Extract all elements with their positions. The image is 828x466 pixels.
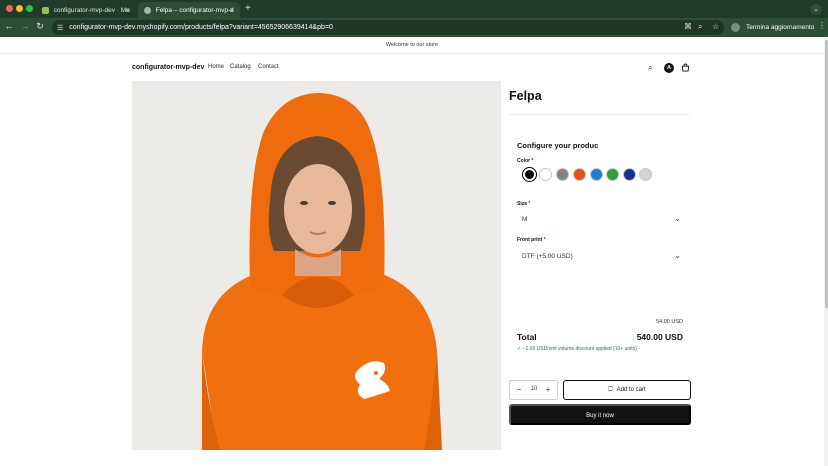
front-print-label: Front print *: [517, 237, 546, 243]
color-swatch-black[interactable]: [523, 168, 536, 181]
quantity-input[interactable]: 10: [527, 386, 541, 392]
profile-avatar-icon: [731, 23, 740, 32]
update-button[interactable]: Termina aggiornamento: [728, 21, 819, 34]
required-mark: *: [528, 201, 531, 207]
bookmark-star-icon[interactable]: ☆: [712, 22, 719, 31]
color-label: Color *: [517, 158, 533, 164]
color-swatch-green[interactable]: [606, 168, 619, 181]
required-mark: *: [531, 158, 534, 164]
reload-icon[interactable]: ↻: [34, 21, 46, 32]
chevron-down-icon: ⌄: [674, 214, 681, 223]
minimize-window-button[interactable]: [16, 5, 23, 12]
globe-icon: [144, 6, 151, 14]
back-icon[interactable]: ←: [3, 21, 15, 31]
unit-price: 54.00 USD: [656, 319, 683, 325]
browser-toolbar: ← → ↻ ☰ configurator-mvp-dev.myshopify.c…: [0, 18, 828, 37]
browser-tab-1[interactable]: configurator-mvp-dev · Modi ×: [36, 2, 136, 18]
color-swatch-navy[interactable]: [623, 168, 636, 181]
required-mark: *: [543, 237, 546, 243]
total-label: Total: [517, 332, 537, 342]
close-tab-icon[interactable]: ×: [229, 6, 234, 15]
cart-icon[interactable]: [681, 63, 690, 74]
zoom-window-button[interactable]: [26, 5, 33, 12]
size-select[interactable]: M ⌄: [517, 213, 682, 228]
tab-search-chevron-icon[interactable]: ⌄: [810, 4, 822, 15]
zoom-icon[interactable]: ⌕: [698, 22, 702, 32]
browser-tab-2[interactable]: Felpa – configurator-mvp-de ×: [138, 2, 240, 18]
chevron-down-icon: ⌄: [674, 251, 681, 260]
address-bar[interactable]: ☰ configurator-mvp-dev.myshopify.com/pro…: [52, 20, 724, 35]
size-label-text: Size: [517, 201, 528, 207]
front-print-select[interactable]: DTF (+5.00 USD) ⌄: [517, 250, 682, 265]
size-label: Size *: [517, 201, 530, 207]
model-in-orange-hoodie-illustration: [132, 81, 501, 450]
volume-discount-note: ✓ −1.00 USD/unit volume discount applied…: [517, 346, 640, 352]
total-value: 540.00 USD: [636, 332, 683, 342]
browser-tab-strip: configurator-mvp-dev · Modi × Felpa – co…: [0, 0, 828, 18]
size-value: M: [522, 216, 528, 223]
buy-now-button[interactable]: Buy it now: [509, 404, 691, 425]
nav-home[interactable]: Home: [208, 64, 224, 70]
account-avatar[interactable]: A: [664, 63, 674, 73]
color-swatch-orange[interactable]: [573, 168, 586, 181]
color-swatch-group: [523, 168, 683, 182]
product-image[interactable]: [132, 81, 501, 450]
add-to-cart-button[interactable]: ⎕ Add to cart: [563, 380, 691, 400]
store-header: configurator-mvp-dev Home Catalog Contac…: [132, 63, 692, 75]
update-label: Termina aggiornamento: [746, 24, 815, 31]
quantity-decrease-button[interactable]: −: [514, 385, 524, 394]
front-print-label-text: Front print: [517, 237, 543, 243]
color-swatch-white[interactable]: [539, 168, 552, 181]
quantity-increase-button[interactable]: +: [543, 385, 553, 394]
announcement-bar: Welcome to our store: [0, 37, 824, 54]
more-menu-icon[interactable]: ⋮: [818, 21, 826, 30]
search-icon[interactable]: ⌕: [648, 63, 652, 73]
close-tab-icon[interactable]: ×: [125, 6, 130, 15]
configurator-heading: Configure your produc: [517, 141, 599, 150]
shopify-bag-icon: [42, 6, 49, 14]
translate-icon[interactable]: ⌘: [684, 22, 692, 31]
store-page: Welcome to our store configurator-mvp-de…: [0, 37, 824, 466]
forward-icon[interactable]: →: [19, 21, 31, 31]
shopping-bag-icon: ⎕: [608, 386, 613, 393]
tab-title: Felpa – configurator-mvp-de: [155, 6, 234, 14]
nav-catalog[interactable]: Catalog: [230, 64, 251, 70]
color-swatch-gray[interactable]: [556, 168, 569, 181]
site-info-icon[interactable]: ☰: [57, 24, 63, 32]
product-title: Felpa: [509, 89, 542, 103]
color-swatch-light-gray[interactable]: [639, 168, 652, 181]
add-to-cart-label: Add to cart: [616, 387, 646, 393]
front-print-value: DTF (+5.00 USD): [522, 253, 573, 260]
tab-title: configurator-mvp-dev · Modi: [53, 6, 130, 14]
url-text[interactable]: configurator-mvp-dev.myshopify.com/produ…: [69, 24, 333, 31]
new-tab-icon[interactable]: +: [245, 3, 251, 14]
divider: [509, 114, 690, 115]
close-window-button[interactable]: [6, 5, 13, 12]
color-swatch-blue[interactable]: [590, 168, 603, 181]
quantity-stepper: − 10 +: [509, 380, 558, 400]
nav-contact[interactable]: Contact: [258, 64, 279, 70]
store-logo[interactable]: configurator-mvp-dev: [132, 64, 204, 71]
color-label-text: Color: [517, 158, 531, 164]
